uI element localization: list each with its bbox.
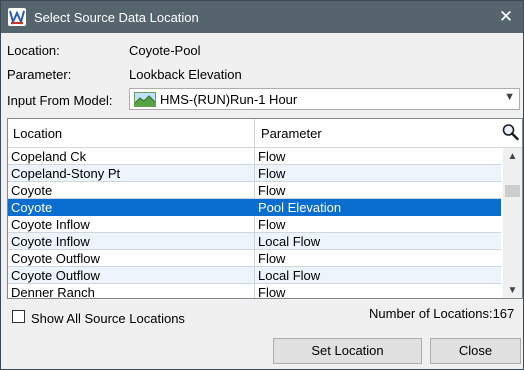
cell-location: Copeland-Stony Pt	[11, 166, 121, 181]
parameter-value: Lookback Elevation	[129, 67, 242, 82]
column-divider	[254, 165, 255, 182]
location-count: Number of Locations:167	[369, 306, 515, 321]
cell-location: Coyote Outflow	[11, 268, 100, 283]
chevron-down-icon[interactable]: ▼	[504, 91, 515, 103]
column-divider	[254, 233, 255, 250]
cell-parameter: Local Flow	[258, 268, 321, 283]
cell-location: Denner Ranch	[11, 285, 95, 299]
cell-location: Coyote Outflow	[11, 251, 100, 266]
column-divider	[254, 267, 255, 284]
cell-location: Coyote	[11, 200, 53, 215]
close-icon[interactable]: ✕	[489, 1, 523, 33]
column-header-location[interactable]: Location	[13, 126, 62, 141]
cell-parameter: Pool Elevation	[258, 200, 342, 215]
cell-parameter: Flow	[258, 183, 286, 198]
scroll-up-icon[interactable]: ▲	[503, 148, 522, 165]
column-header-parameter[interactable]: Parameter	[261, 126, 322, 141]
app-logo-icon	[8, 8, 26, 26]
show-all-checkbox[interactable]	[12, 310, 25, 323]
model-label: Input From Model:	[7, 93, 113, 108]
table-row[interactable]: Coyote Outflow Flow	[8, 250, 501, 267]
table-row[interactable]: Coyote Outflow Local Flow	[8, 267, 501, 284]
hms-model-icon	[134, 92, 156, 107]
table-row[interactable]: Copeland-Stony Pt Flow	[8, 165, 501, 182]
close-button[interactable]: Close	[430, 338, 521, 364]
cell-location: Copeland Ck	[11, 149, 87, 164]
locations-table: Location Parameter Copeland Ck Flow Cope…	[7, 118, 523, 299]
cell-location: Coyote	[11, 183, 53, 198]
cell-parameter: Flow	[258, 166, 286, 181]
cell-parameter: Flow	[258, 149, 286, 164]
title-bar[interactable]: Select Source Data Location ✕	[1, 1, 523, 33]
show-all-label[interactable]: Show All Source Locations	[31, 311, 185, 326]
column-divider	[254, 119, 255, 147]
table-row[interactable]: Coyote Inflow Local Flow	[8, 233, 501, 250]
scrollbar-thumb[interactable]	[505, 185, 520, 197]
column-divider	[254, 216, 255, 233]
column-divider	[254, 148, 255, 165]
model-select[interactable]: HMS-(RUN)Run-1 Hour ▼	[129, 88, 520, 110]
cell-parameter: Flow	[258, 217, 286, 232]
location-label: Location:	[7, 43, 60, 58]
table-row[interactable]: Copeland Ck Flow	[8, 148, 501, 165]
location-value: Coyote-Pool	[129, 43, 201, 58]
table-row-selected[interactable]: Coyote Pool Elevation	[8, 199, 501, 216]
search-icon[interactable]	[501, 121, 520, 143]
column-divider	[254, 182, 255, 199]
parameter-label: Parameter:	[7, 67, 72, 82]
table-row[interactable]: Coyote Inflow Flow	[8, 216, 501, 233]
scroll-down-icon[interactable]: ▼	[503, 282, 522, 298]
cell-location: Coyote Inflow	[11, 217, 90, 232]
vertical-scrollbar[interactable]: ▲ ▼	[503, 148, 522, 298]
table-row[interactable]: Coyote Flow	[8, 182, 501, 199]
model-select-value: HMS-(RUN)Run-1 Hour	[160, 92, 298, 107]
table-row[interactable]: Denner Ranch Flow	[8, 284, 501, 299]
table-body: Copeland Ck Flow Copeland-Stony Pt Flow …	[8, 148, 501, 299]
column-divider	[254, 284, 255, 298]
cell-parameter: Flow	[258, 285, 286, 299]
cell-parameter: Local Flow	[258, 234, 321, 249]
dialog-window: Select Source Data Location ✕ Location: …	[0, 0, 524, 370]
window-title: Select Source Data Location	[34, 10, 199, 25]
column-divider	[254, 199, 255, 216]
column-divider	[254, 250, 255, 267]
table-header: Location Parameter	[8, 119, 522, 148]
cell-location: Coyote Inflow	[11, 234, 90, 249]
set-location-button[interactable]: Set Location	[273, 338, 422, 364]
cell-parameter: Flow	[258, 251, 286, 266]
